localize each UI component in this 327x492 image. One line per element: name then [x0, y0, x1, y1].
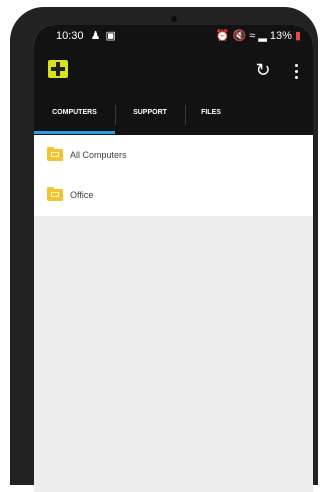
status-time: 10:30	[56, 30, 84, 42]
list-item-office[interactable]: Office	[34, 175, 313, 215]
dot	[294, 64, 298, 67]
message-icon: ▣	[105, 30, 116, 42]
folder-inner	[51, 192, 59, 197]
status-left: 10:30 ♟ ▣	[56, 25, 116, 47]
dot	[294, 76, 298, 79]
tab-support[interactable]: SUPPORT	[115, 95, 185, 135]
refresh-icon[interactable]: ↻	[252, 59, 274, 81]
alarm-icon: ⏰	[215, 30, 230, 42]
battery-icon: ▮	[294, 30, 301, 42]
person-icon: ♟	[90, 30, 101, 42]
app-screen: 10:30 ♟ ▣ ⏰ 🔇 ≈ ▂ 13% ▮ ↻ COMPUTERS SUPP…	[34, 25, 313, 492]
tab-selected-indicator	[34, 131, 115, 134]
app-logo	[48, 60, 68, 78]
list-item-all-computers[interactable]: All Computers	[34, 135, 313, 175]
status-bar: 10:30 ♟ ▣ ⏰ 🔇 ≈ ▂ 13% ▮	[34, 25, 313, 47]
folder-icon	[47, 187, 63, 201]
camera-dot	[171, 16, 177, 22]
phone-frame: 10:30 ♟ ▣ ⏰ 🔇 ≈ ▂ 13% ▮ ↻ COMPUTERS SUPP…	[10, 7, 318, 492]
more-vert-icon[interactable]	[288, 59, 304, 81]
tab-bar: COMPUTERS SUPPORT FILES	[34, 95, 313, 135]
group-list: All Computers Office	[34, 135, 313, 216]
folder-inner	[51, 152, 59, 157]
dot	[294, 70, 298, 73]
wifi-icon: ≈	[249, 30, 256, 42]
empty-content-area	[34, 216, 313, 492]
page: { "status_bar": { "time": "10:30", "left…	[0, 0, 327, 492]
list-item-label: All Computers	[70, 150, 127, 160]
battery-level: 13%	[269, 30, 292, 42]
app-bar: ↻	[34, 47, 313, 95]
logo-cross-vertical	[56, 62, 60, 76]
mute-icon: 🔇	[232, 30, 247, 42]
folder-icon	[47, 147, 63, 161]
tab-files[interactable]: FILES	[185, 95, 237, 135]
status-right: ⏰ 🔇 ≈ ▂ 13% ▮	[216, 25, 301, 47]
tab-computers[interactable]: COMPUTERS	[34, 95, 115, 135]
signal-icon: ▂	[258, 30, 267, 42]
list-item-label: Office	[70, 190, 94, 200]
